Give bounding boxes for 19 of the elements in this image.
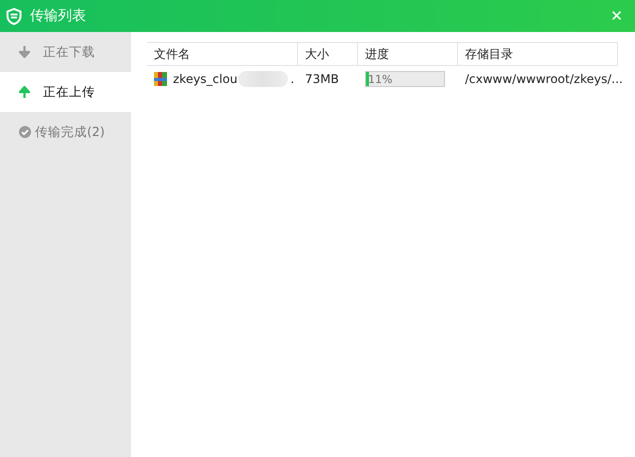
- up-arrow-icon: [19, 86, 30, 98]
- sidebar-item[interactable]: 正在下载: [0, 32, 131, 72]
- down-arrow-icon: [19, 46, 30, 58]
- check-circle-icon: [19, 126, 31, 138]
- sidebar-item[interactable]: 正在上传: [0, 72, 131, 112]
- file-name-tail: .: [290, 72, 294, 86]
- sidebar-item[interactable]: 传输完成(2): [0, 112, 131, 152]
- progress-text: 11%: [367, 72, 392, 86]
- shield-logo-icon: [6, 8, 22, 24]
- column-header[interactable]: 进度: [358, 42, 458, 66]
- column-header[interactable]: 文件名: [147, 42, 298, 66]
- column-header[interactable]: 大小: [298, 42, 358, 66]
- blurred-text: [238, 71, 288, 87]
- column-header[interactable]: 存储目录: [458, 42, 618, 66]
- window-title: 传输列表: [30, 7, 86, 25]
- storage-path: /cxwww/wwwroot/zkeys/...: [465, 72, 623, 86]
- file-name: zkeys_clou: [173, 72, 238, 86]
- archive-file-icon: [154, 72, 167, 86]
- file-size: 73MB: [305, 72, 339, 86]
